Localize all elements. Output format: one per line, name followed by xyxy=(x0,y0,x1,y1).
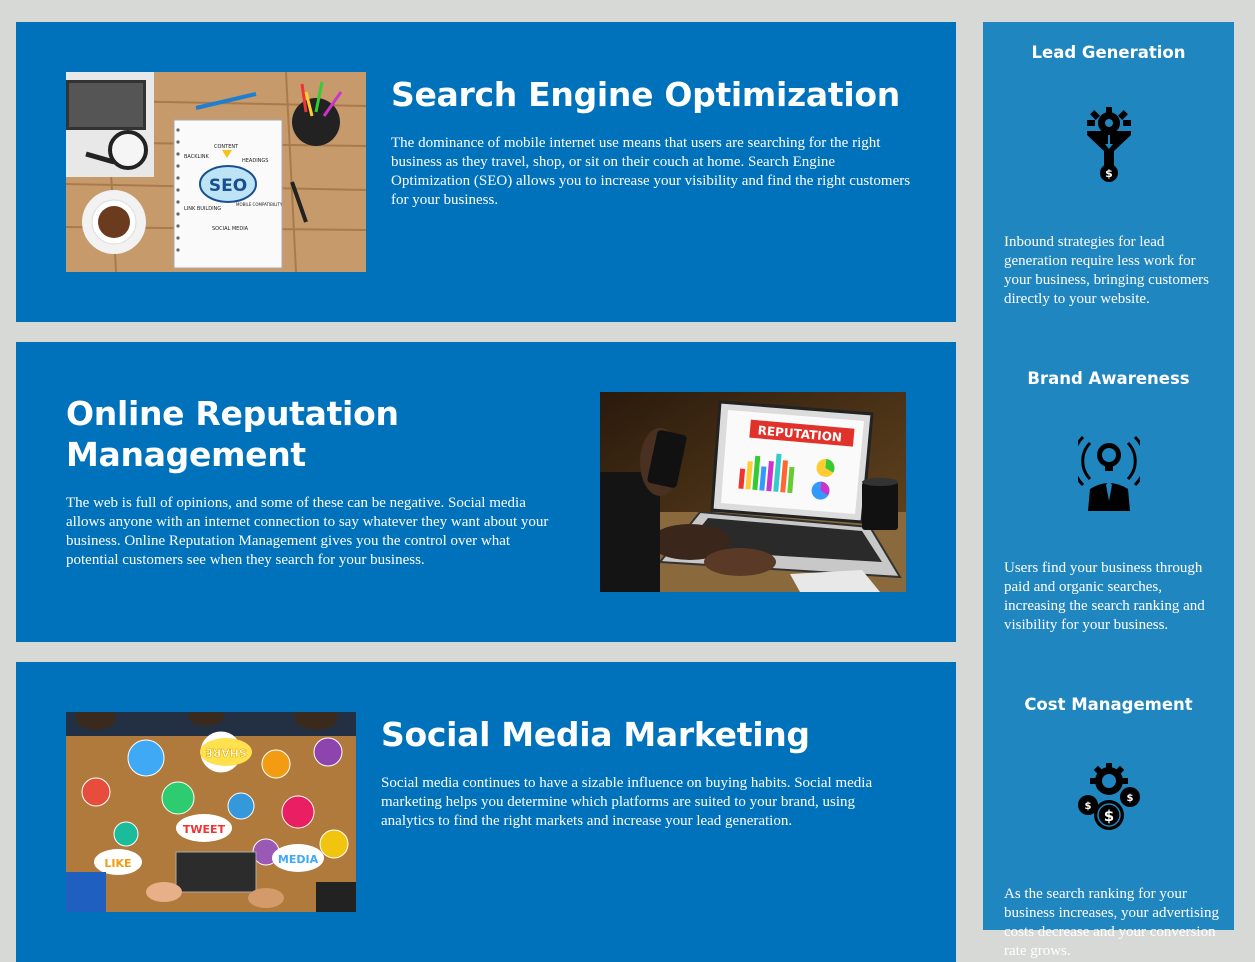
reputation-card: Online Reputation Management The web is … xyxy=(16,342,956,642)
svg-text:$: $ xyxy=(1085,801,1092,812)
social-image-label: TWEET xyxy=(183,823,226,836)
card-title: Online Reputation Management xyxy=(66,394,399,474)
social-image-label: MEDIA xyxy=(278,853,319,866)
benefit-item-lead-generation: Lead Generation $ Inbound strategies for… xyxy=(983,43,1234,307)
svg-text:$: $ xyxy=(1105,167,1113,180)
benefit-item-cost-management: Cost Management $ $ $ As the search rank… xyxy=(983,695,1234,959)
card-title: Search Engine Optimization xyxy=(391,75,900,114)
benefit-title: Brand Awareness xyxy=(1027,369,1190,388)
benefits-sidebar: Lead Generation $ Inbound strategies for… xyxy=(983,22,1234,959)
benefit-body: Inbound strategies for lead generation r… xyxy=(1004,234,1209,307)
benefit-item-brand-awareness: Brand Awareness Users find your business… xyxy=(983,369,1234,633)
svg-text:$: $ xyxy=(1127,793,1134,804)
reputation-image: REPUTATION xyxy=(600,392,906,592)
benefit-body: Users find your business through paid an… xyxy=(1004,560,1205,633)
lightbulb-person-broadcast-icon xyxy=(1071,433,1147,513)
gear-dollar-coins-icon: $ $ $ xyxy=(1078,759,1140,839)
seo-image-label: HEADINGS xyxy=(242,158,268,164)
seo-image-label: CONTENT xyxy=(214,144,239,150)
benefit-title: Cost Management xyxy=(1024,695,1193,714)
benefit-body: As the search ranking for your business … xyxy=(1004,886,1219,959)
seo-image-label: MOBILE COMPATIBILITY xyxy=(236,202,283,207)
seo-image-label: BACKLINK xyxy=(184,154,210,160)
funnel-gear-dollar-icon: $ xyxy=(1078,107,1140,187)
card-title: Social Media Marketing xyxy=(381,715,810,754)
svg-text:$: $ xyxy=(1104,807,1114,825)
card-body: Social media continues to have a sizable… xyxy=(381,775,873,829)
social-media-card: SHARE TWEET LIKE MEDIA Social Media Mark… xyxy=(16,662,956,962)
seo-image-label: SEO xyxy=(209,176,247,196)
benefit-title: Lead Generation xyxy=(1031,43,1186,62)
seo-image: SEO CONTENT BACKLINK HEADINGS LINK BUILD… xyxy=(66,72,366,272)
seo-card: SEO CONTENT BACKLINK HEADINGS LINK BUILD… xyxy=(16,22,956,322)
social-image-label: LIKE xyxy=(104,857,131,870)
seo-image-label: LINK BUILDING xyxy=(184,206,221,212)
seo-image-label: SOCIAL MEDIA xyxy=(212,226,249,232)
social-media-image: SHARE TWEET LIKE MEDIA xyxy=(66,712,356,912)
social-image-label: SHARE xyxy=(205,746,247,759)
card-body: The dominance of mobile internet use mea… xyxy=(391,135,911,208)
card-body: The web is full of opinions, and some of… xyxy=(66,495,549,568)
